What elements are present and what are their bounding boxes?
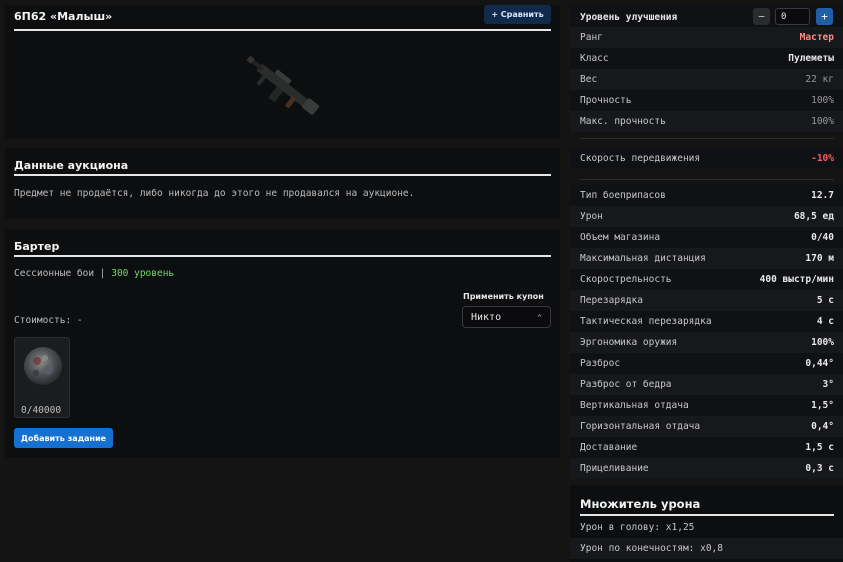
stat-value: 0/40 <box>811 232 834 243</box>
stat-value: 0,4° <box>811 421 834 432</box>
stat-label: Класс <box>580 53 609 64</box>
compare-button[interactable]: + Сравнить <box>484 5 551 24</box>
weapon-image <box>246 55 320 115</box>
barter-item-card[interactable]: 0/40000 <box>14 337 70 418</box>
stat-label: Доставание <box>580 442 638 453</box>
stat-row: Эргономика оружия 100% <box>570 332 843 353</box>
stat-value: 0,3 с <box>805 463 834 474</box>
divider <box>580 138 834 139</box>
stat-value: 3° <box>822 379 834 390</box>
upgrade-level-input[interactable]: 0 <box>775 8 810 25</box>
stat-value: 4 с <box>816 316 834 327</box>
damage-mult-title: Множитель урона <box>580 497 701 511</box>
stat-label: Перезарядка <box>580 295 643 306</box>
stat-label: Максимальная дистанция <box>580 253 706 264</box>
stat-label: Скорость передвижения <box>580 153 701 164</box>
upgrade-row: Уровень улучшения − 0 + <box>570 5 843 29</box>
damage-row: Урон в голову: x1,25 <box>570 517 843 538</box>
stat-value: 0,44° <box>805 358 834 369</box>
stat-label: Разброс от бедра <box>580 379 672 390</box>
stat-label: Тактическая перезарядка <box>580 316 712 327</box>
damage-row-text: Урон в голову: x1,25 <box>580 522 695 533</box>
stat-row: Прочность 100% <box>570 90 843 111</box>
stat-value: 22 кг <box>805 74 834 85</box>
item-header: 6П62 «Малыш» + Сравнить <box>14 5 551 31</box>
stat-label: Скорострельность <box>580 274 672 285</box>
requirement-prefix: Сессионные бои | <box>14 268 112 279</box>
stat-label: Ранг <box>580 32 603 43</box>
cost-label: Стоимость: - <box>14 315 83 326</box>
stat-value: Мастер <box>799 32 834 43</box>
auction-title: Данные аукциона <box>14 159 129 172</box>
stat-value: 1,5 с <box>805 442 834 453</box>
item-title: 6П62 «Малыш» <box>14 10 113 23</box>
stat-value: 68,5 ед <box>793 211 834 222</box>
stat-label: Урон <box>580 211 603 222</box>
stat-value: 5 с <box>816 295 834 306</box>
stat-label: Эргономика оружия <box>580 337 678 348</box>
stat-row-movement: Скорость передвижения -10% <box>570 148 843 169</box>
auction-panel: Данные аукциона Предмет не продаётся, ли… <box>5 148 560 219</box>
stat-row: Горизонтальная отдача 0,4° <box>570 416 843 437</box>
stat-row: Урон 68,5 ед <box>570 206 843 227</box>
stat-label: Прочность <box>580 95 632 106</box>
add-task-button[interactable]: Добавить задание <box>14 428 113 448</box>
stat-row: Класс Пулеметы <box>570 48 843 69</box>
stat-label: Вес <box>580 74 598 85</box>
barter-header: Бартер <box>14 229 551 257</box>
stat-row: Скорострельность 400 выстр/мин <box>570 269 843 290</box>
stat-value: 170 м <box>805 253 834 264</box>
stat-value: 100% <box>811 116 834 127</box>
stat-row: Тип боеприпасов 12.7 <box>570 185 843 206</box>
stat-value: 12.7 <box>811 190 834 201</box>
stat-row: Вертикальная отдача 1,5° <box>570 395 843 416</box>
stat-row: Ранг Мастер <box>570 27 843 48</box>
stat-row: Прицеливание 0,3 с <box>570 458 843 479</box>
damage-mult-section: Множитель урона Урон в голову: x1,25 Уро… <box>570 485 843 562</box>
coupon-select-value: Никто <box>471 311 502 323</box>
stat-label: Разброс <box>580 358 621 369</box>
chevron-updown-icon: ⌃ <box>537 312 542 322</box>
stat-label: Прицеливание <box>580 463 649 474</box>
stat-label: Тип боеприпасов <box>580 190 666 201</box>
stat-row: Перезарядка 5 с <box>570 290 843 311</box>
stat-row: Доставание 1,5 с <box>570 437 843 458</box>
damage-mult-underline <box>580 514 834 516</box>
stat-row: Объем магазина 0/40 <box>570 227 843 248</box>
barter-panel: Бартер Сессионные бои | 300 уровень Прим… <box>5 229 560 458</box>
upgrade-label: Уровень улучшения <box>580 11 678 23</box>
auction-text: Предмет не продаётся, либо никогда до эт… <box>14 188 415 199</box>
plus-button[interactable]: + <box>816 8 833 25</box>
coupon-label: Применить купон <box>463 292 544 301</box>
stat-value: -10% <box>811 153 834 164</box>
card-count: 0/40000 <box>21 405 62 416</box>
coupon-select[interactable]: Никто ⌃ <box>462 306 551 328</box>
damage-row: Урон по конечностям: x0,8 <box>570 538 843 559</box>
stat-value: 1,5° <box>811 400 834 411</box>
requirement-level: 300 уровень <box>111 268 175 279</box>
stat-label: Вертикальная отдача <box>580 400 689 411</box>
damage-row-text: Урон по конечностям: x0,8 <box>580 543 723 554</box>
barter-requirement: Сессионные бои | 300 уровень <box>14 268 174 279</box>
stat-label: Объем магазина <box>580 232 661 243</box>
stat-row: Тактическая перезарядка 4 с <box>570 311 843 332</box>
stat-label: Макс. прочность <box>580 116 666 127</box>
item-panel: 6П62 «Малыш» + Сравнить <box>5 5 560 139</box>
divider <box>580 179 834 180</box>
stat-row: Разброс 0,44° <box>570 353 843 374</box>
stat-value: 100% <box>811 337 834 348</box>
barter-title: Бартер <box>14 240 60 253</box>
stat-value: Пулеметы <box>788 53 834 64</box>
auction-header: Данные аукциона <box>14 148 551 176</box>
stat-value: 400 выстр/мин <box>759 274 834 285</box>
stat-value: 100% <box>811 95 834 106</box>
stat-row: Разброс от бедра 3° <box>570 374 843 395</box>
minus-button[interactable]: − <box>753 8 770 25</box>
item-icon <box>24 347 62 385</box>
stat-row: Вес 22 кг <box>570 69 843 90</box>
stat-row: Максимальная дистанция 170 м <box>570 248 843 269</box>
stat-row: Макс. прочность 100% <box>570 111 843 132</box>
stat-label: Горизонтальная отдача <box>580 421 701 432</box>
